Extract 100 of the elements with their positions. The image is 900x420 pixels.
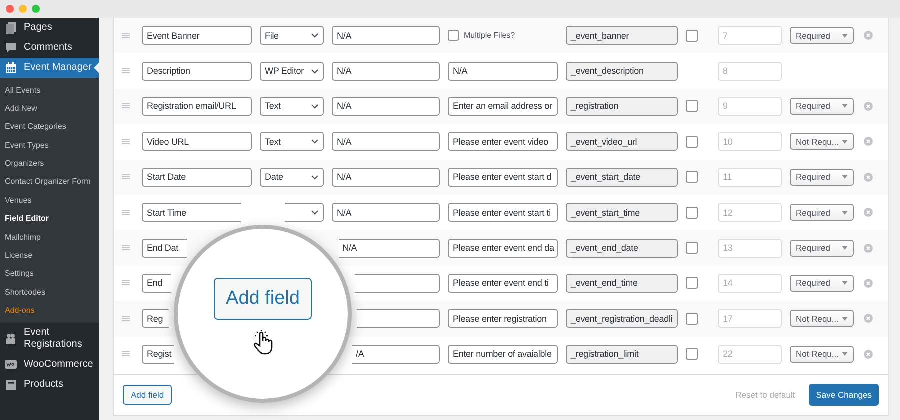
label-field[interactable]: Reg bbox=[142, 309, 169, 328]
drag-handle-icon[interactable] bbox=[122, 351, 130, 358]
checkbox[interactable] bbox=[686, 348, 698, 360]
minimize-dot-icon[interactable] bbox=[19, 5, 27, 13]
required-select[interactable]: Required bbox=[790, 240, 854, 257]
label-field[interactable]: Video URL bbox=[142, 132, 252, 152]
hint-field[interactable]: N/A bbox=[448, 62, 558, 81]
submenu-item[interactable]: Venues bbox=[0, 191, 99, 210]
remove-icon[interactable] bbox=[864, 244, 872, 253]
remove-icon[interactable] bbox=[864, 350, 872, 359]
label-field[interactable]: Start Time bbox=[142, 203, 241, 222]
remove-icon[interactable] bbox=[864, 278, 872, 288]
value-field[interactable]: N/A bbox=[332, 96, 440, 116]
required-select[interactable]: Not Requ... bbox=[790, 346, 854, 363]
value-field[interactable] bbox=[354, 274, 440, 293]
checkbox[interactable] bbox=[686, 100, 698, 112]
value-field[interactable]: N/A bbox=[332, 132, 440, 152]
hint-field[interactable]: Please enter event end da bbox=[448, 238, 558, 258]
close-dot-icon[interactable] bbox=[6, 5, 14, 13]
drag-handle-icon[interactable] bbox=[122, 68, 130, 74]
remove-icon[interactable] bbox=[864, 31, 872, 40]
remove-icon[interactable] bbox=[864, 102, 872, 111]
checkbox[interactable] bbox=[686, 242, 698, 254]
maximize-dot-icon[interactable] bbox=[32, 5, 40, 13]
required-select[interactable]: Required bbox=[790, 27, 854, 44]
menu-item[interactable]: Event Registrations bbox=[0, 322, 99, 355]
menu-item[interactable]: Event Manager bbox=[0, 58, 99, 78]
hint-field[interactable]: Please enter event end ti bbox=[448, 274, 558, 293]
checkbox[interactable] bbox=[448, 30, 459, 42]
required-select[interactable]: Required bbox=[790, 274, 854, 292]
hint-field[interactable]: Please enter event start d bbox=[448, 168, 558, 187]
drag-handle-icon[interactable] bbox=[122, 103, 130, 110]
submenu-item[interactable]: Contact Organizer Form bbox=[0, 172, 99, 192]
hint-field[interactable]: Please enter event video bbox=[448, 132, 558, 152]
submenu-item[interactable]: Event Types bbox=[0, 136, 99, 154]
value-field[interactable]: N/A bbox=[332, 168, 440, 187]
drag-handle-icon[interactable] bbox=[122, 174, 130, 180]
checkbox[interactable] bbox=[686, 136, 698, 148]
checkbox[interactable] bbox=[686, 312, 698, 325]
drag-handle-icon[interactable] bbox=[122, 316, 130, 322]
value-field[interactable]: N/A bbox=[332, 62, 440, 81]
remove-icon[interactable] bbox=[864, 172, 872, 182]
submenu-item[interactable]: License bbox=[0, 246, 99, 265]
hint-field[interactable]: Please enter event start ti bbox=[448, 203, 558, 222]
submenu-item[interactable]: Mailchimp bbox=[0, 228, 99, 246]
drag-handle-icon[interactable] bbox=[122, 32, 130, 39]
label-field[interactable]: Registration email/URL bbox=[142, 96, 252, 116]
type-select[interactable]: WP Editor bbox=[260, 62, 324, 81]
label-field[interactable]: Description bbox=[142, 62, 252, 81]
add-field-button[interactable]: Add field bbox=[214, 278, 312, 320]
value-field[interactable] bbox=[357, 309, 440, 328]
value-field[interactable]: N/A bbox=[332, 26, 440, 46]
hint-field[interactable]: Please enter registration bbox=[448, 309, 558, 328]
checkbox[interactable] bbox=[686, 171, 698, 184]
drag-handle-icon[interactable] bbox=[122, 280, 130, 286]
type-select[interactable] bbox=[285, 203, 324, 222]
label-field[interactable]: End Dat bbox=[142, 238, 188, 258]
drag-handle-icon[interactable] bbox=[122, 210, 130, 216]
submenu-item[interactable]: All Events bbox=[0, 81, 99, 100]
required-select[interactable]: Required bbox=[790, 98, 854, 115]
checkbox[interactable] bbox=[686, 206, 698, 219]
save-changes-button[interactable]: Save Changes bbox=[809, 384, 879, 406]
drag-handle-icon[interactable] bbox=[122, 245, 130, 252]
type-select[interactable]: Date bbox=[260, 168, 324, 187]
checkbox[interactable] bbox=[686, 30, 698, 42]
submenu-item[interactable]: Shortcodes bbox=[0, 283, 99, 302]
menu-item[interactable]: Products bbox=[0, 374, 99, 395]
submenu-item[interactable]: Field Editor bbox=[0, 210, 99, 228]
submenu-item[interactable]: Add New bbox=[0, 99, 99, 118]
remove-icon[interactable] bbox=[864, 208, 872, 218]
menu-item[interactable]: Pages bbox=[0, 18, 99, 38]
remove-icon[interactable] bbox=[864, 137, 872, 146]
menu-item[interactable]: WooCommerce bbox=[0, 354, 99, 375]
value-field[interactable]: N/A bbox=[332, 203, 440, 222]
remove-icon[interactable] bbox=[864, 314, 872, 324]
submenu-item[interactable]: Organizers bbox=[0, 154, 99, 173]
drag-handle-icon[interactable] bbox=[122, 138, 130, 145]
type-select[interactable]: Text bbox=[260, 96, 324, 116]
submenu-item[interactable]: Add-ons bbox=[0, 302, 99, 320]
submenu-item[interactable]: Event Categories bbox=[0, 118, 99, 136]
submenu-item[interactable]: Settings bbox=[0, 264, 99, 284]
label-field[interactable]: Start Date bbox=[142, 168, 252, 187]
hint-field[interactable]: Enter an email address or bbox=[448, 96, 558, 116]
label-field[interactable]: Regist bbox=[142, 344, 174, 364]
label-field[interactable]: End bbox=[142, 274, 172, 293]
required-select[interactable]: Not Requ... bbox=[790, 310, 854, 328]
value-field[interactable]: N/A bbox=[338, 238, 440, 258]
required-select[interactable]: Required bbox=[790, 204, 854, 222]
type-select[interactable]: File bbox=[260, 26, 324, 46]
menu-item[interactable]: Comments bbox=[0, 38, 99, 58]
label-field[interactable]: Event Banner bbox=[142, 26, 252, 46]
meta-key-field: _event_end_date bbox=[566, 238, 678, 258]
required-select[interactable]: Required bbox=[790, 168, 854, 186]
required-select[interactable]: Not Requ... bbox=[790, 133, 854, 150]
type-select[interactable]: Text bbox=[260, 132, 324, 152]
chevron-down-icon bbox=[311, 33, 319, 38]
add-field-button[interactable]: Add field bbox=[123, 384, 172, 405]
checkbox[interactable] bbox=[686, 277, 698, 290]
hint-field[interactable]: Enter number of avaialble bbox=[448, 344, 558, 364]
value-field[interactable]: /A bbox=[352, 344, 440, 364]
